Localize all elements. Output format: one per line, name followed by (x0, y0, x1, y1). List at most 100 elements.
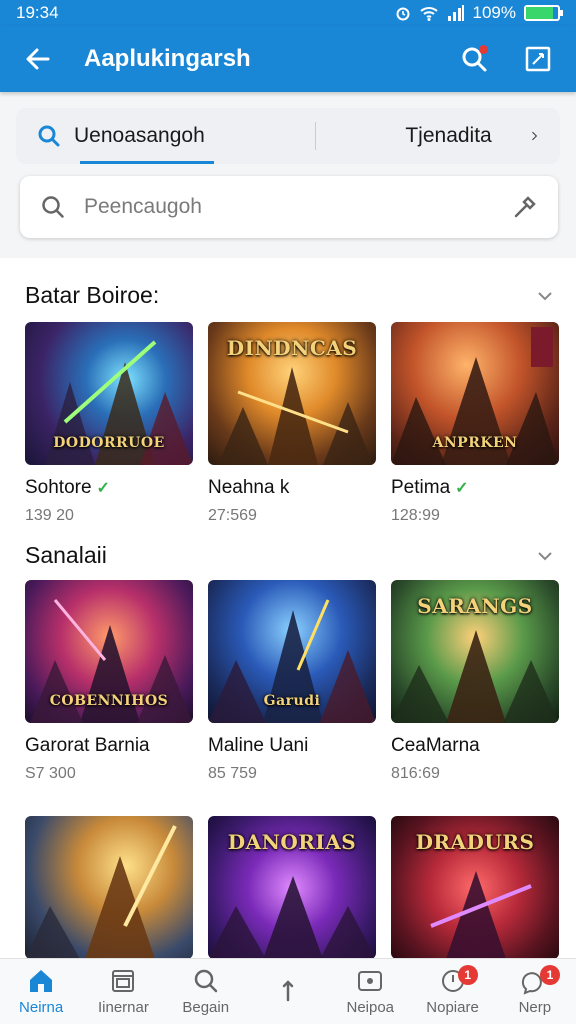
status-time: 19:34 (16, 3, 59, 22)
verified-check-icon: ✓ (96, 480, 110, 497)
nav-item-upload[interactable] (247, 959, 329, 1024)
game-card[interactable]: COBENNIHOS Garorat Barnia S7 300 (25, 580, 193, 783)
edit-button[interactable] (518, 39, 558, 79)
game-name-row: Sohtore ✓ (25, 477, 193, 499)
nav-label: Iinernar (97, 999, 149, 1016)
tools-icon[interactable] (512, 194, 538, 220)
game-card[interactable]: DANORIAS (208, 816, 376, 958)
back-arrow-icon (26, 48, 50, 70)
nav-label: Neirna (19, 999, 64, 1016)
game-name-row: Garorat Barnia (25, 735, 193, 757)
nav-label: Nopiare (426, 999, 479, 1016)
game-name: Maline Uani (208, 735, 309, 756)
search-icon (194, 969, 217, 993)
home-icon (30, 970, 53, 992)
search-box (20, 176, 558, 238)
game-thumbnail[interactable]: Garudi (208, 580, 376, 723)
chevron-right-icon[interactable] (528, 125, 540, 147)
library-icon (112, 970, 135, 992)
game-thumbnail[interactable]: DINDNCAS (208, 322, 376, 465)
search-notification-dot (479, 45, 488, 54)
game-price: 85 759 (208, 765, 257, 782)
message-icon (358, 971, 383, 991)
help-badge: 1 (539, 965, 560, 985)
game-thumbnail[interactable]: DANORIAS (208, 816, 376, 958)
search-button[interactable] (454, 39, 494, 79)
game-thumbnail[interactable]: DRADURS (391, 816, 559, 958)
edit-box-icon (525, 46, 551, 72)
signal-icon (447, 5, 464, 21)
tab-active-label: Uenoasangoh (74, 124, 205, 147)
game-art-title: DODORRUOE (53, 435, 165, 451)
game-card[interactable]: DODORRUOE Sohtore ✓ 139 20 (25, 322, 193, 525)
battery-percent: 109% (472, 3, 516, 22)
content-area: Batar Boiroe: DODORRUOE Sohtore ✓ 139 20… (0, 258, 576, 958)
status-bar: 19:34 109% (0, 0, 576, 26)
page-title: Aaplukingarsh (84, 45, 251, 72)
game-art-title: ANPRKEN (432, 435, 518, 451)
app-bar: Aaplukingarsh (0, 26, 576, 92)
game-name-row: Petima ✓ (391, 477, 559, 499)
status-icons: 109% (395, 3, 563, 23)
chevron-down-icon[interactable] (535, 286, 555, 306)
arrow-up-icon (282, 979, 294, 1001)
game-thumbnail[interactable]: ANPRKEN (391, 322, 559, 465)
alarm-icon (396, 7, 410, 21)
game-price: 128:99 (391, 507, 440, 524)
notification-badge: 1 (457, 965, 478, 985)
game-card[interactable]: DINDNCAS Neahna k 27:569 (208, 322, 376, 525)
search-icon (38, 125, 60, 147)
game-price: 816:69 (391, 765, 440, 782)
chevron-down-icon[interactable] (535, 546, 555, 566)
nav-item-library[interactable]: Iinernar (82, 959, 164, 1024)
search-icon (42, 196, 64, 218)
game-card[interactable]: ANPRKEN Petima ✓ 128:99 (391, 322, 559, 525)
nav-label: Nerp (518, 999, 552, 1016)
verified-check-icon: ✓ (455, 480, 469, 497)
game-price: 139 20 (25, 507, 74, 524)
game-card[interactable]: SARANGS CeaMarna 816:69 (391, 580, 559, 783)
nav-label: Neipoa (346, 999, 395, 1016)
game-name: Petima (391, 477, 451, 498)
tab-bar: Uenoasangoh Tjenadita (16, 108, 560, 164)
game-card[interactable]: DRADURS (391, 816, 559, 958)
game-thumbnail[interactable]: DODORRUOE (25, 322, 193, 465)
game-name: Neahna k (208, 477, 290, 498)
game-art-title: Garudi (263, 693, 321, 709)
nav-item-notifications[interactable]: Nopiare 1 (411, 959, 493, 1024)
nav-item-help[interactable]: Nerp 1 (494, 959, 576, 1024)
section-title: Sanalaii (25, 542, 107, 568)
game-thumbnail[interactable]: SARANGS (391, 580, 559, 723)
nav-label: Begain (182, 999, 230, 1016)
game-art-title: DRADURS (415, 830, 535, 854)
nav-item-home[interactable]: Neirna (0, 959, 82, 1024)
battery-icon (524, 5, 563, 21)
section-header-2[interactable]: Sanalaii (25, 542, 555, 569)
game-art-title: DANORIAS (227, 830, 357, 854)
section-header-1[interactable]: Batar Boiroe: (25, 282, 555, 309)
game-art-title: DINDNCAS (226, 336, 358, 360)
game-card[interactable]: Garudi Maline Uani 85 759 (208, 580, 376, 783)
game-name: Garorat Barnia (25, 735, 150, 756)
game-art-title: COBENNIHOS (49, 693, 169, 709)
game-art-title: SARANGS (417, 594, 533, 618)
game-name: CeaMarna (391, 735, 480, 756)
wifi-icon (419, 7, 438, 21)
tab-active[interactable]: Uenoasangoh (36, 108, 214, 164)
game-price: 27:569 (208, 507, 257, 524)
game-name-row: Neahna k (208, 477, 376, 499)
bottom-navigation: Neirna Iinernar Begain Neipoa Nopiare 1 … (0, 958, 576, 1024)
game-price: S7 300 (25, 765, 76, 782)
game-name: Sohtore (25, 477, 92, 498)
game-thumbnail[interactable] (25, 816, 193, 958)
game-thumbnail[interactable]: COBENNIHOS (25, 580, 193, 723)
search-input[interactable] (84, 195, 512, 219)
nav-item-search[interactable]: Begain (165, 959, 247, 1024)
nav-item-messages[interactable]: Neipoa (329, 959, 411, 1024)
tab-divider (314, 122, 316, 150)
game-name-row: CeaMarna (391, 735, 559, 757)
section-title: Batar Boiroe: (25, 282, 160, 308)
back-button[interactable] (18, 39, 58, 79)
tab-second[interactable]: Tjenadita (405, 124, 491, 148)
game-card[interactable] (25, 816, 193, 958)
